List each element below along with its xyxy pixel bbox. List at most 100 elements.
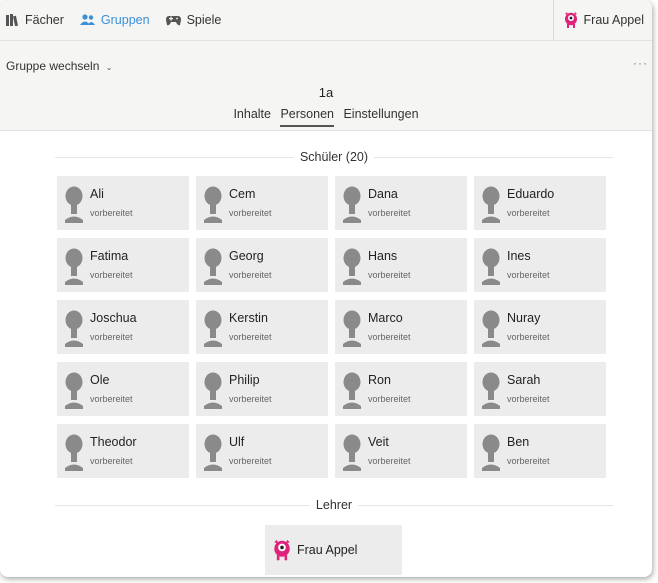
student-status: vorbereitet (507, 270, 550, 280)
nav-gruppen[interactable]: Gruppen (79, 13, 150, 27)
student-card[interactable]: Eduardo vorbereitet (474, 176, 606, 230)
user-name: Frau Appel (583, 13, 644, 27)
more-options-button[interactable]: ··· (633, 56, 648, 70)
student-name: Fatima (90, 249, 129, 263)
student-name: Eduardo (507, 187, 555, 201)
student-name: Sarah (507, 373, 541, 387)
student-status: vorbereitet (368, 270, 411, 280)
nav-spiele[interactable]: Spiele (165, 13, 222, 27)
group-title: 1a (318, 85, 334, 100)
teacher-card[interactable]: Frau Appel (265, 525, 402, 575)
student-card[interactable]: Cem vorbereitet (196, 176, 328, 230)
teachers-heading: Lehrer (55, 498, 613, 512)
student-card[interactable]: Ole vorbereitet (57, 362, 189, 416)
person-avatar-icon (204, 434, 222, 471)
student-card[interactable]: Ali vorbereitet (57, 176, 189, 230)
students-heading: Schüler (20) (55, 150, 613, 164)
student-card[interactable]: Fatima vorbereitet (57, 238, 189, 292)
nav-faecher-label: Fächer (25, 13, 64, 27)
person-avatar-icon (343, 248, 361, 285)
student-card[interactable]: Veit vorbereitet (335, 424, 467, 478)
nav-faecher[interactable]: Fächer (6, 13, 64, 27)
student-name: Ole (90, 373, 110, 387)
student-status: vorbereitet (229, 394, 272, 404)
person-avatar-icon (65, 372, 83, 409)
person-avatar-icon (204, 248, 222, 285)
nav-gruppen-label: Gruppen (100, 13, 150, 27)
student-status: vorbereitet (507, 456, 550, 466)
student-name: Nuray (507, 311, 541, 325)
group-header: Gruppe wechseln ⌄ ··· 1a Inhalte Persone… (0, 41, 652, 131)
student-status: vorbereitet (368, 456, 411, 466)
student-card[interactable]: Marco vorbereitet (335, 300, 467, 354)
gamepad-icon (165, 15, 181, 26)
student-name: Kerstin (229, 311, 268, 325)
student-status: vorbereitet (90, 208, 133, 218)
student-name: Ali (90, 187, 104, 201)
student-card[interactable]: Kerstin vorbereitet (196, 300, 328, 354)
student-status: vorbereitet (90, 456, 133, 466)
student-name: Ulf (229, 435, 245, 449)
student-status: vorbereitet (90, 332, 133, 342)
person-avatar-icon (482, 248, 500, 285)
student-name: Veit (368, 435, 389, 449)
chevron-down-icon: ⌄ (105, 63, 113, 72)
app-window: Fächer Gruppen Spiele Frau Appel Gruppe … (0, 0, 652, 577)
student-status: vorbereitet (368, 208, 411, 218)
student-card[interactable]: Hans vorbereitet (335, 238, 467, 292)
student-name: Ron (368, 373, 391, 387)
books-icon (6, 14, 19, 26)
student-card[interactable]: Dana vorbereitet (335, 176, 467, 230)
student-status: vorbereitet (90, 394, 133, 404)
student-status: vorbereitet (229, 208, 272, 218)
student-card[interactable]: Ron vorbereitet (335, 362, 467, 416)
person-avatar-icon (343, 434, 361, 471)
person-avatar-icon (65, 310, 83, 347)
person-avatar-icon (204, 310, 222, 347)
switch-group-dropdown[interactable]: Gruppe wechseln ⌄ (6, 59, 112, 73)
student-name: Georg (229, 249, 264, 263)
student-card[interactable]: Ben vorbereitet (474, 424, 606, 478)
teachers-heading-label: Lehrer (309, 498, 359, 512)
student-name: Dana (368, 187, 398, 201)
tab-personen[interactable]: Personen (280, 107, 334, 127)
top-navigation: Fächer Gruppen Spiele Frau Appel (0, 0, 652, 41)
student-name: Joschua (90, 311, 137, 325)
person-avatar-icon (65, 434, 83, 471)
student-card[interactable]: Ulf vorbereitet (196, 424, 328, 478)
tab-einstellungen[interactable]: Einstellungen (343, 107, 418, 125)
student-card[interactable]: Ines vorbereitet (474, 238, 606, 292)
student-status: vorbereitet (229, 456, 272, 466)
student-name: Ben (507, 435, 530, 449)
person-avatar-icon (343, 186, 361, 223)
student-card[interactable]: Philip vorbereitet (196, 362, 328, 416)
student-card[interactable]: Georg vorbereitet (196, 238, 328, 292)
person-avatar-icon (482, 310, 500, 347)
person-avatar-icon (482, 186, 500, 223)
student-card[interactable]: Joschua vorbereitet (57, 300, 189, 354)
person-avatar-icon (482, 434, 500, 471)
person-avatar-icon (204, 186, 222, 223)
user-menu[interactable]: Frau Appel (552, 0, 652, 40)
tab-inhalte[interactable]: Inhalte (233, 107, 271, 125)
student-status: vorbereitet (368, 394, 411, 404)
student-name: Ines (507, 249, 531, 263)
student-status: vorbereitet (368, 332, 411, 342)
person-avatar-icon (482, 372, 500, 409)
monster-avatar-icon (564, 12, 577, 28)
student-name: Hans (368, 249, 398, 263)
switch-group-label: Gruppe wechseln (6, 59, 100, 73)
student-card[interactable]: Nuray vorbereitet (474, 300, 606, 354)
student-status: vorbereitet (507, 208, 550, 218)
students-heading-label: Schüler (20) (293, 150, 375, 164)
group-icon (79, 14, 95, 26)
student-name: Cem (229, 187, 256, 201)
nav-spiele-label: Spiele (186, 13, 222, 27)
student-card[interactable]: Theodor vorbereitet (57, 424, 189, 478)
student-card[interactable]: Sarah vorbereitet (474, 362, 606, 416)
person-avatar-icon (204, 372, 222, 409)
student-status: vorbereitet (229, 270, 272, 280)
student-status: vorbereitet (90, 270, 133, 280)
tab-bar: Inhalte Personen Einstellungen (0, 107, 652, 127)
student-grid: Ali vorbereitet Cem vorbereitet Dana vorberei… (57, 176, 611, 478)
